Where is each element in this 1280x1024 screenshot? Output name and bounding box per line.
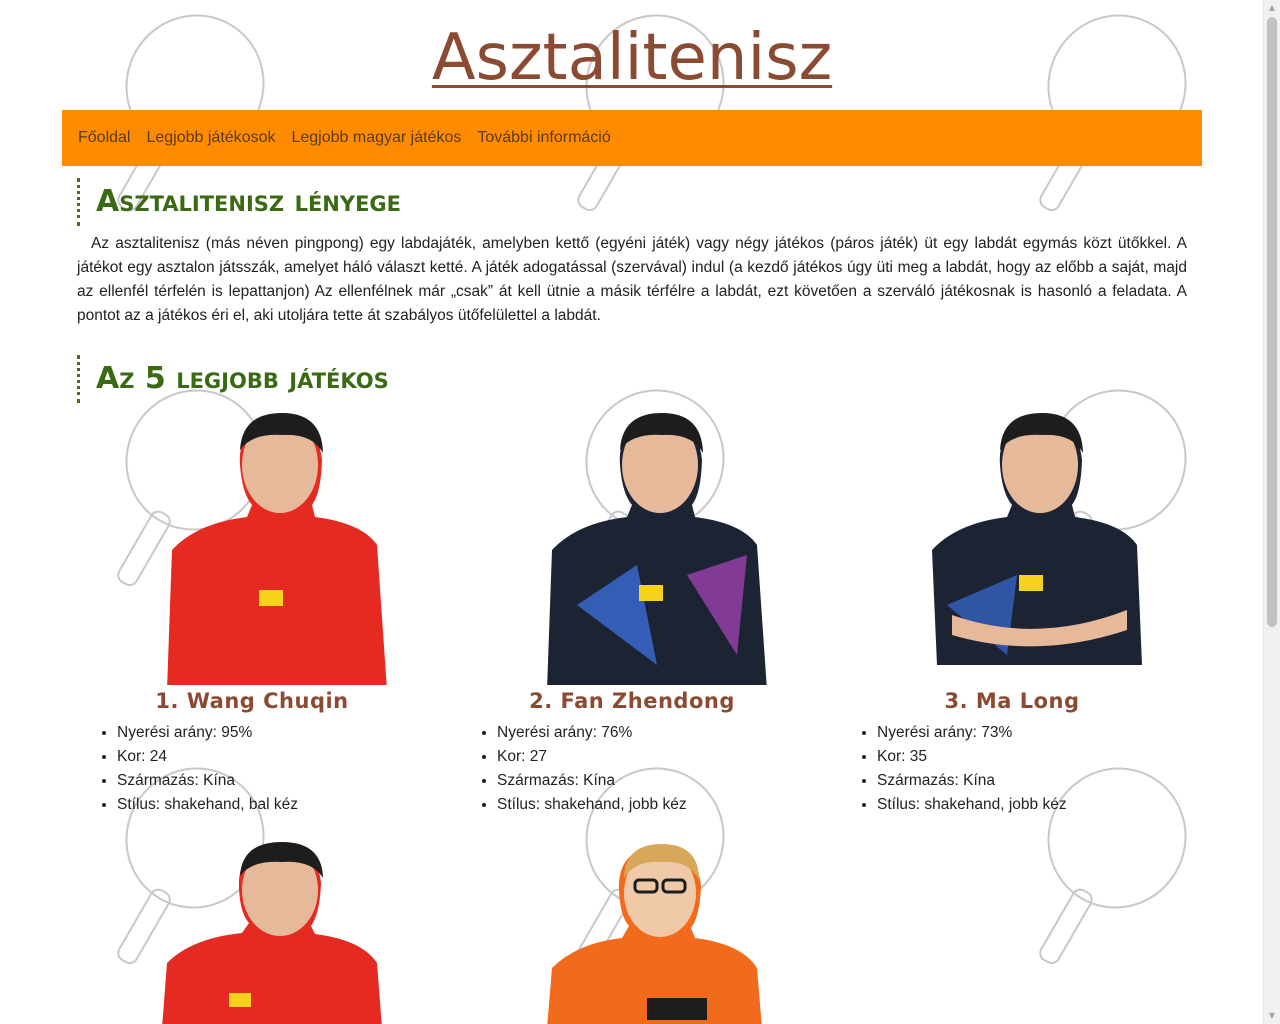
player-stat: Származás: Kína	[497, 769, 687, 793]
intro-paragraph: Az asztalitenisz (más néven pingpong) eg…	[77, 235, 1187, 324]
player-stat: Stílus: shakehand, jobb kéz	[877, 793, 1067, 817]
player-stat: Kor: 35	[877, 745, 1067, 769]
site-title[interactable]: Asztalitenisz	[0, 18, 1264, 98]
nav-link-best-hungarian[interactable]: Legjobb magyar játékos	[291, 129, 461, 147]
player-name: 1. Wang Chuqin	[155, 689, 349, 713]
player-name: 3. Ma Long	[944, 689, 1080, 713]
player-stat: Nyerési arány: 76%	[497, 721, 687, 745]
player-photo	[167, 413, 387, 685]
player-stat: Származás: Kína	[117, 769, 298, 793]
player-photo	[162, 842, 382, 1024]
player-stat: Nyerési arány: 95%	[117, 721, 298, 745]
section-title-essence: Asztalitenisz lényege	[77, 178, 401, 226]
vertical-scrollbar[interactable]: ▲ ▼	[1263, 0, 1280, 1024]
player-photo	[547, 844, 762, 1024]
nav-link-best-players[interactable]: Legjobb játékosok	[146, 129, 275, 147]
player-stats: Nyerési arány: 76% Kor: 27 Származás: Kí…	[457, 721, 687, 817]
player-stat: Stílus: shakehand, jobb kéz	[497, 793, 687, 817]
player-stat: Kor: 24	[117, 745, 298, 769]
scroll-up-icon[interactable]: ▲	[1264, 0, 1280, 16]
player-photo	[547, 413, 767, 685]
navbar: Főoldal Legjobb játékosok Legjobb magyar…	[62, 110, 1202, 166]
nav-link-more-info[interactable]: További információ	[477, 129, 610, 147]
player-photo	[932, 413, 1142, 665]
player-stats: Nyerési arány: 73% Kor: 35 Származás: Kí…	[837, 721, 1067, 817]
player-name: 2. Fan Zhendong	[529, 689, 735, 713]
player-stat: Kor: 27	[497, 745, 687, 769]
player-stat: Stílus: shakehand, bal kéz	[117, 793, 298, 817]
scrollbar-thumb[interactable]	[1267, 17, 1277, 627]
player-stats: Nyerési arány: 95% Kor: 24 Származás: Kí…	[77, 721, 298, 817]
player-stat: Származás: Kína	[877, 769, 1067, 793]
player-stat: Nyerési arány: 73%	[877, 721, 1067, 745]
scroll-down-icon[interactable]: ▼	[1264, 1008, 1280, 1024]
nav-link-home[interactable]: Főoldal	[78, 129, 130, 147]
section-title-top5: Az 5 legjobb játékos	[77, 355, 389, 403]
